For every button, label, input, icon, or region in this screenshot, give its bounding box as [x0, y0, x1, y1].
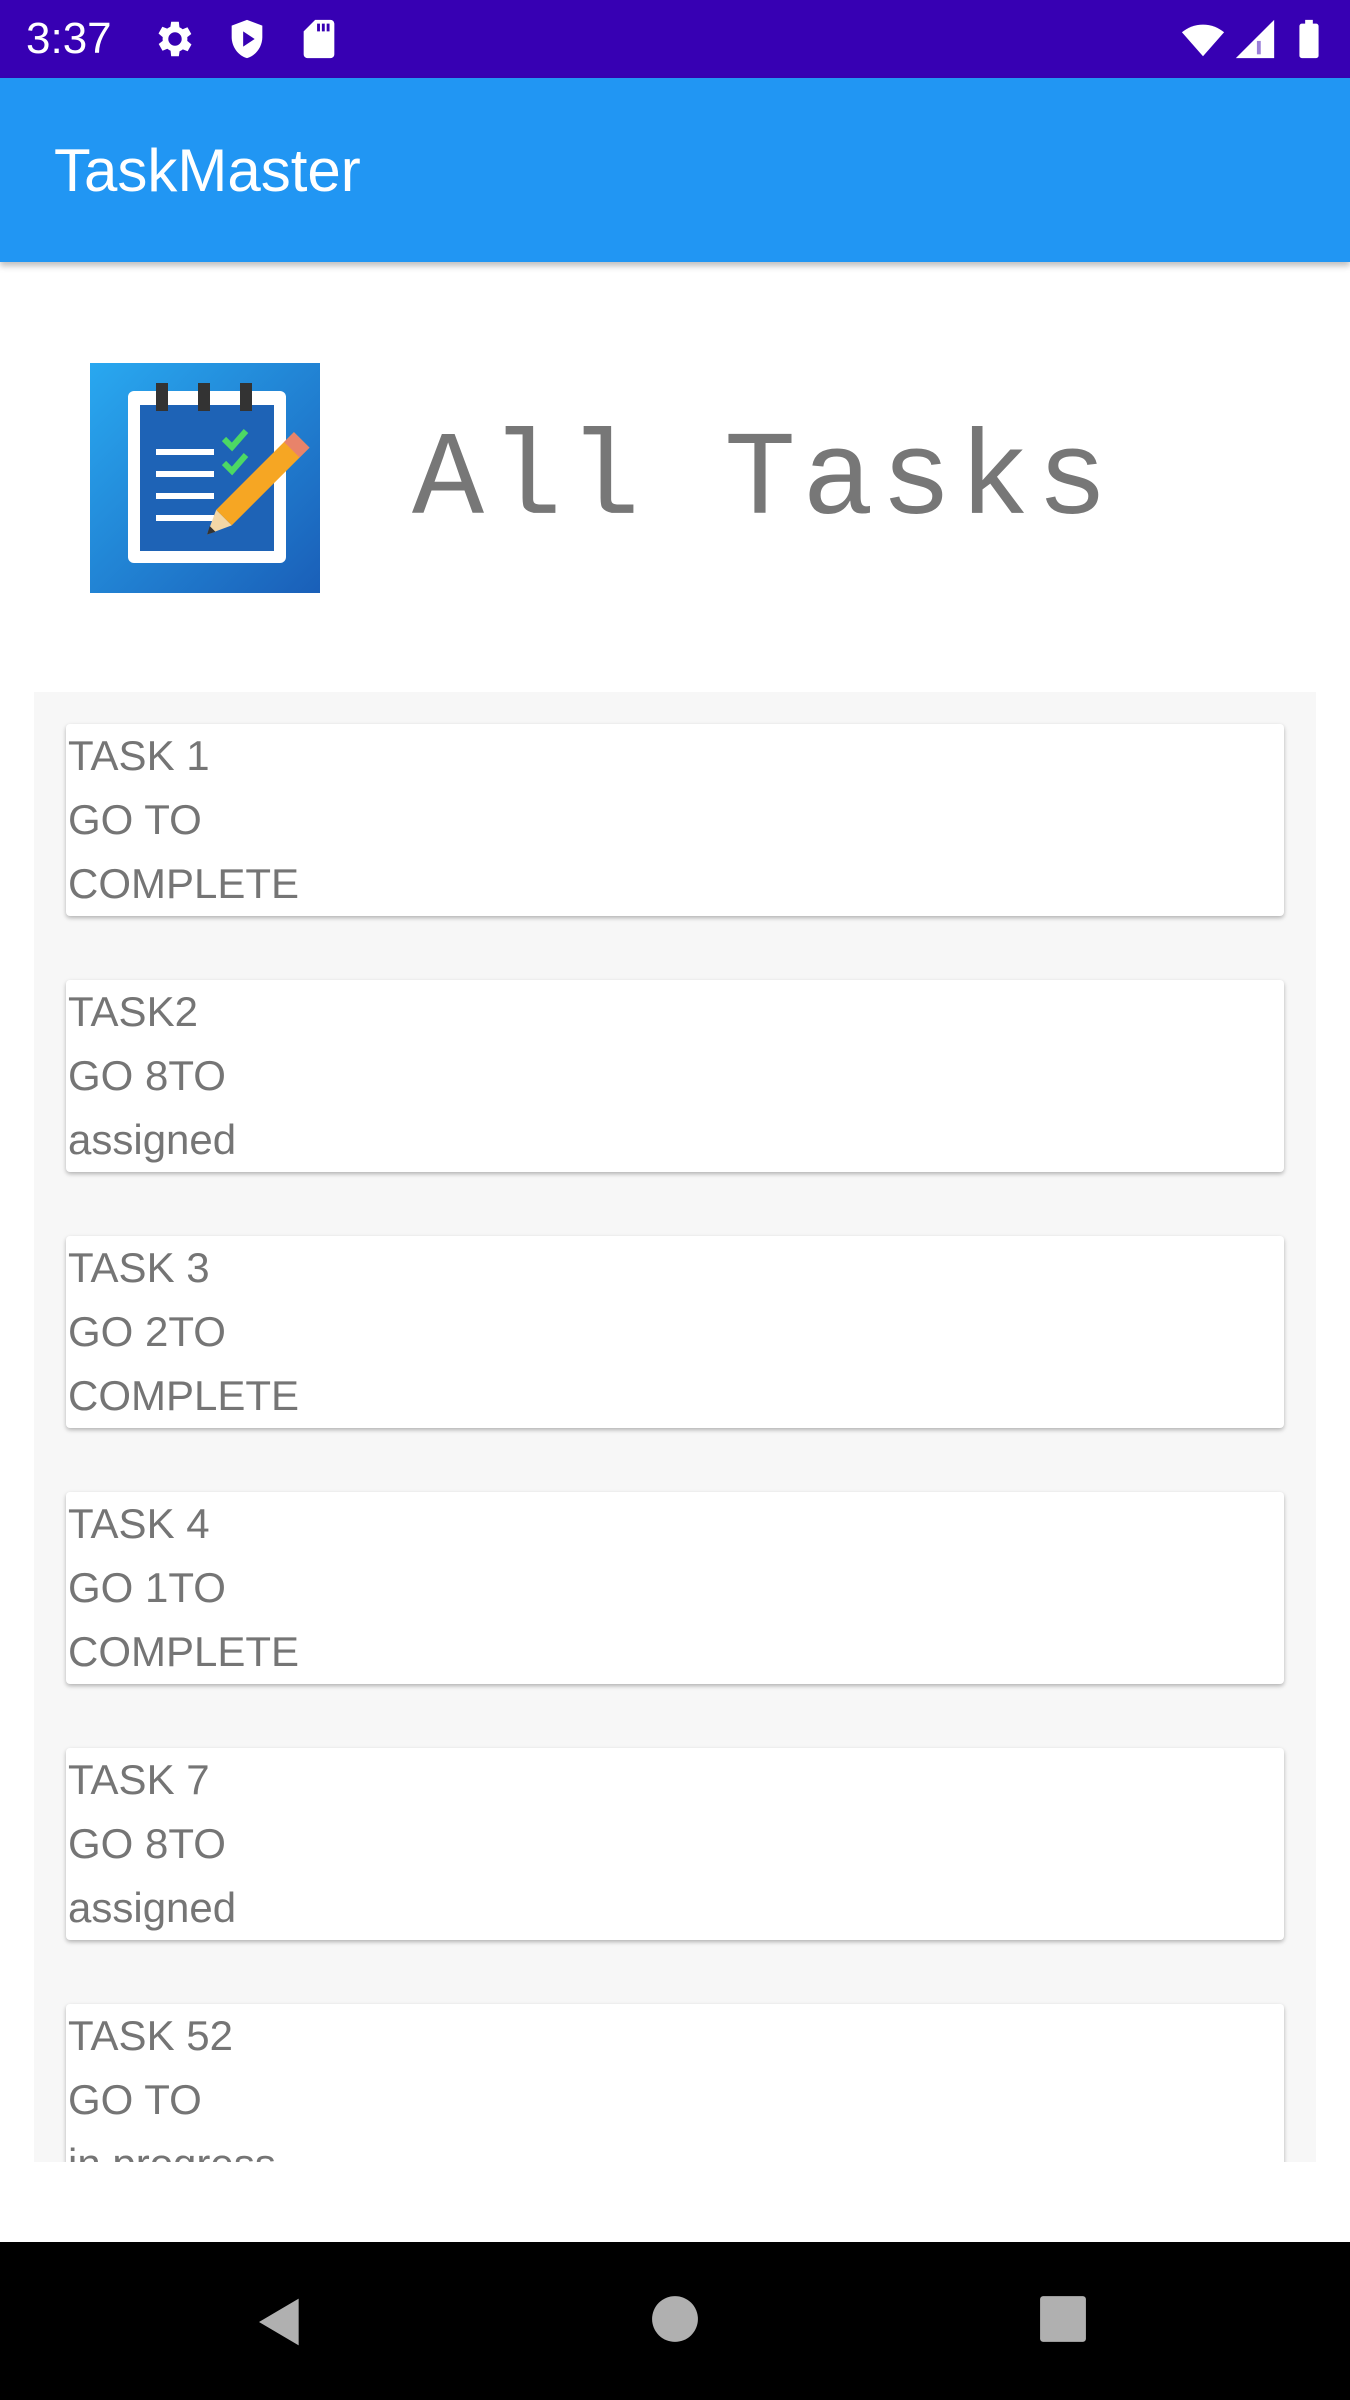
task-card[interactable]: TASK 1 GO TO COMPLETE	[66, 724, 1284, 916]
back-icon[interactable]	[252, 2294, 308, 2350]
task-body: GO TO	[68, 796, 202, 843]
clipboard-checklist-pencil-icon	[90, 363, 320, 593]
task-state: COMPLETE	[68, 1372, 300, 1419]
task-title: TASK 3	[68, 1244, 210, 1291]
task-body: GO 8TO	[68, 1820, 226, 1867]
task-state: assigned	[68, 1884, 237, 1931]
task-card[interactable]: TASK2 GO 8TO assigned	[66, 980, 1284, 1172]
task-title: TASK2	[68, 988, 198, 1035]
app-bar: TaskMaster	[0, 78, 1350, 262]
gear-icon	[158, 21, 192, 57]
task-title: TASK 52	[68, 2012, 233, 2059]
task-title: TASK 4	[68, 1500, 210, 1547]
status-time: 3:37	[26, 14, 112, 63]
navigation-bar	[0, 2242, 1350, 2400]
wifi-icon	[1181, 24, 1225, 57]
home-icon[interactable]	[650, 2294, 700, 2344]
task-body: GO 8TO	[68, 1052, 226, 1099]
app-title: TaskMaster	[54, 137, 361, 204]
shield-play-icon	[231, 19, 263, 59]
sd-card-icon	[303, 19, 335, 59]
task-state: COMPLETE	[68, 860, 300, 907]
task-card[interactable]: TASK 3 GO 2TO COMPLETE	[66, 1236, 1284, 1428]
task-list[interactable]: TASK 1 GO TO COMPLETE TASK2 GO 8TO assig…	[34, 692, 1316, 2162]
task-card[interactable]: TASK 4 GO 1TO COMPLETE	[66, 1492, 1284, 1684]
battery-icon	[1299, 19, 1319, 59]
task-body: GO TO	[68, 2076, 202, 2123]
cell-signal-icon	[1235, 19, 1275, 59]
status-bar: 3:37	[0, 0, 1350, 78]
task-state: assigned	[68, 1116, 237, 1163]
task-state: COMPLETE	[68, 1628, 300, 1675]
page-title: All Tasks	[412, 414, 1115, 550]
recents-icon[interactable]	[1038, 2294, 1088, 2344]
task-card[interactable]: TASK 52 GO TO in progress	[66, 2004, 1284, 2162]
task-card[interactable]: TASK 7 GO 8TO assigned	[66, 1748, 1284, 1940]
task-body: GO 2TO	[68, 1308, 226, 1355]
task-title: TASK 1	[68, 732, 210, 779]
task-title: TASK 7	[68, 1756, 210, 1803]
task-state: in progress	[68, 2132, 276, 2162]
task-body: GO 1TO	[68, 1564, 226, 1611]
